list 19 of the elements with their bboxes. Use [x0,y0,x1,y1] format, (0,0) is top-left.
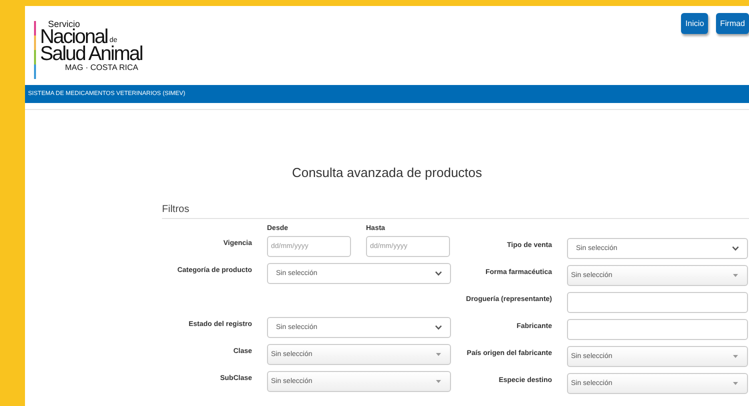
logo-text: Servicio [48,20,80,29]
caret-down-icon [733,355,738,358]
page-title: Consulta avanzada de productos [290,165,484,180]
chevron-down-icon [435,325,442,330]
logo-text: Nacional [40,29,108,46]
nav-button[interactable]: Inicio [681,13,708,34]
text-field[interactable] [567,292,748,313]
section-title: Filtros [162,204,749,219]
caret-down-icon [436,353,441,356]
nav-button[interactable]: Firmad [716,13,749,34]
caret-down-icon [436,380,441,383]
logo-stripe-icon [34,21,36,79]
caret-down-icon [733,382,738,385]
logo-text: Salud Animal [40,46,142,63]
text-field[interactable] [567,319,748,340]
caret-down-icon [733,274,738,277]
chevron-down-icon [732,246,739,251]
logo-text: MAG · COSTA RICA [65,63,140,73]
chevron-down-icon [435,271,442,276]
